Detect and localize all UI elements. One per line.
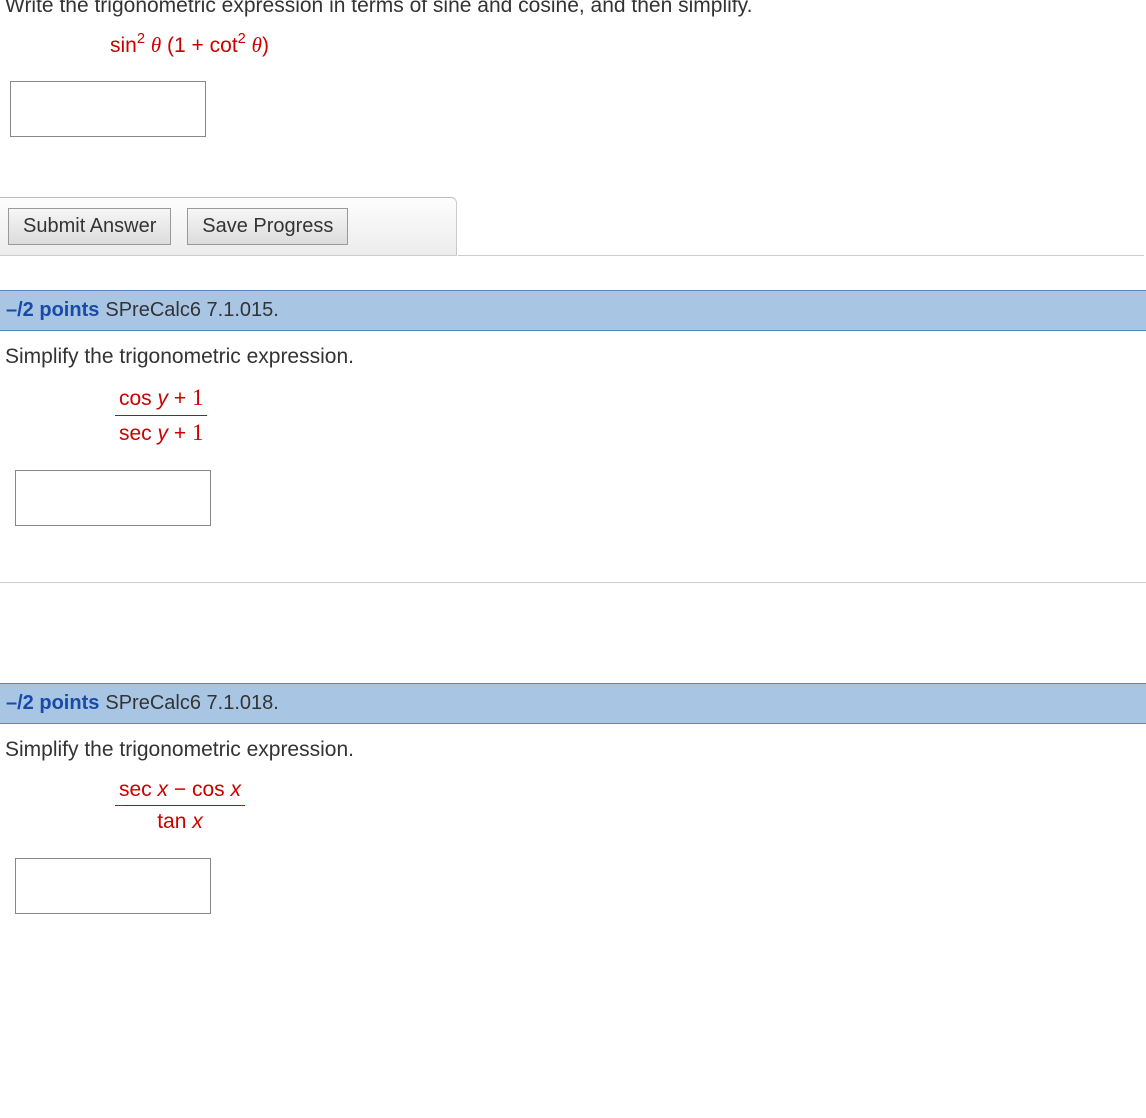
q2-num-var: y [158,387,169,410]
q2-expression: cos y + 1 sec y + 1 [115,383,1141,448]
q1-exp1: 2 [137,31,145,47]
q2-num-one: 1 [192,385,204,410]
q3-den-tan: tan [157,810,192,833]
q3-points: –/2 points [6,692,99,715]
q1-mid: (1 + cot [161,34,237,57]
q2-den-one: 1 [192,420,204,445]
q2-den-var: y [158,422,169,445]
q2-den-plus: + [168,422,192,445]
q3-expression: sec x − cos x tan x [115,776,1141,836]
q3-answer-input[interactable] [15,858,211,914]
q3-reference: SPreCalc6 7.1.018. [105,692,278,715]
q3-num-var1: x [158,778,169,801]
q3-header: –/2 points SPreCalc6 7.1.018. [0,683,1146,724]
q2-num-cos: cos [119,387,158,410]
q2-header: –/2 points SPreCalc6 7.1.015. [0,290,1146,331]
q1-exp2: 2 [238,31,246,47]
q3-prompt: Simplify the trigonometric expression. [5,738,1141,762]
q1-close: ) [262,34,269,57]
q1-prompt: Write the trigonometric expression in te… [0,0,1146,18]
q3-num-sec: sec [119,778,158,801]
q2-answer-input[interactable] [15,470,211,526]
submit-answer-button[interactable]: Submit Answer [8,208,171,245]
q1-theta1: θ [151,33,161,57]
q2-num-plus: + [168,387,192,410]
q2-reference: SPreCalc6 7.1.015. [105,299,278,322]
q1-answer-input[interactable] [10,81,206,137]
save-progress-button[interactable]: Save Progress [187,208,348,245]
q3-num-minus: − cos [168,778,230,801]
q2-den-sec: sec [119,422,158,445]
q3-num-var2: x [230,778,241,801]
button-row: Submit Answer Save Progress [0,197,457,256]
q1-expression: sin2 θ (1 + cot2 θ) [110,32,1146,59]
q3-den-var: x [192,810,203,833]
q1-sin: sin [110,34,137,57]
q2-prompt: Simplify the trigonometric expression. [5,345,1141,369]
q1-theta2: θ [252,33,262,57]
q2-points: –/2 points [6,299,99,322]
